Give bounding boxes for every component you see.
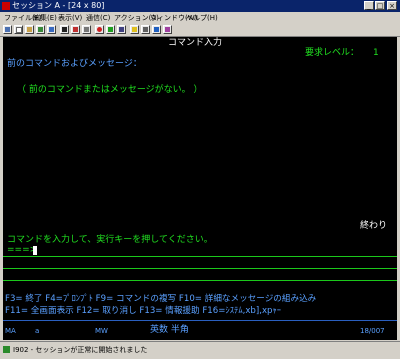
terminal-screen[interactable]: コマンド入力 要求レベル： 1 前のコマンドおよびメッセージ： （ 前のコマンド…: [3, 37, 397, 340]
paste-icon[interactable]: [25, 25, 34, 34]
keyboard-icon[interactable]: [82, 25, 91, 34]
display-icon[interactable]: [60, 25, 69, 34]
edit-icon[interactable]: [163, 25, 172, 34]
status-message: I902 - セッションが正常に開始されました: [13, 346, 148, 354]
function-keys-line-1: F3= 終了 F4=ﾌﾟﾛﾝﾌﾟﾄ F9= コマンドの複写 F10= 詳細なメッ…: [5, 294, 317, 304]
previous-commands-heading: 前のコマンドおよびメッセージ：: [7, 59, 142, 69]
oia-separator: [3, 320, 397, 321]
function-keys-line-2: F11= 全画面表示 F12= 取り消し F13= 情報援助 F16=ｼｽﾃﾑ,…: [5, 306, 282, 316]
menu-view[interactable]: 表示(V): [58, 12, 82, 24]
status-icon: [3, 346, 10, 353]
settings-icon[interactable]: [141, 25, 150, 34]
properties-icon[interactable]: [117, 25, 126, 34]
color-icon[interactable]: [71, 25, 80, 34]
minimize-button[interactable]: _: [364, 1, 374, 10]
menu-edit[interactable]: 編集(E): [33, 12, 57, 24]
macro-record-icon[interactable]: [95, 25, 104, 34]
request-level-value: 1: [373, 48, 379, 58]
menu-communication[interactable]: 通信(C): [86, 12, 110, 24]
window-title: セッション A - [24 x 80]: [12, 1, 105, 10]
title-bar: セッション A - [24 x 80] _ □ ×: [0, 0, 400, 12]
maximize-button[interactable]: □: [375, 1, 385, 10]
send-icon[interactable]: [36, 25, 45, 34]
menu-bar: ファイル(F) 編集(E) 表示(V) 通信(C) アクション(A) ウィンドウ…: [0, 12, 400, 24]
macro-play-icon[interactable]: [106, 25, 115, 34]
end-label: 終わり: [360, 221, 388, 231]
receive-icon[interactable]: [47, 25, 56, 34]
session-icon[interactable]: [152, 25, 161, 34]
oia-ma: MA: [5, 327, 16, 335]
emulator-window: セッション A - [24 x 80] _ □ × ファイル(F) 編集(E) …: [0, 0, 400, 359]
toolbar: [0, 24, 400, 37]
status-bar: I902 - セッションが正常に開始されました: [0, 341, 400, 359]
input-line-3: [3, 280, 397, 281]
copy-icon[interactable]: [14, 25, 23, 34]
input-line-1: [3, 256, 397, 257]
oia-cursor-position: 18/007: [360, 327, 385, 335]
request-level-label: 要求レベル：: [305, 48, 360, 58]
app-icon: [2, 2, 10, 10]
close-button[interactable]: ×: [387, 1, 397, 10]
text-cursor: [33, 246, 37, 255]
input-line-2: [3, 268, 397, 269]
screen-title: コマンド入力: [168, 38, 223, 48]
previous-message: （ 前のコマンドまたはメッセージがない。 ）: [17, 85, 203, 95]
oia-mw: MW: [95, 327, 108, 335]
menu-help[interactable]: ヘルプ(H): [186, 12, 218, 24]
help-icon[interactable]: [130, 25, 139, 34]
instruction-text: コマンドを入力して、実行キーを押してください。: [7, 235, 213, 245]
oia-a: a: [35, 327, 40, 335]
print-screen-icon[interactable]: [3, 25, 12, 34]
oia-input-mode: 英数 半角: [150, 325, 189, 335]
